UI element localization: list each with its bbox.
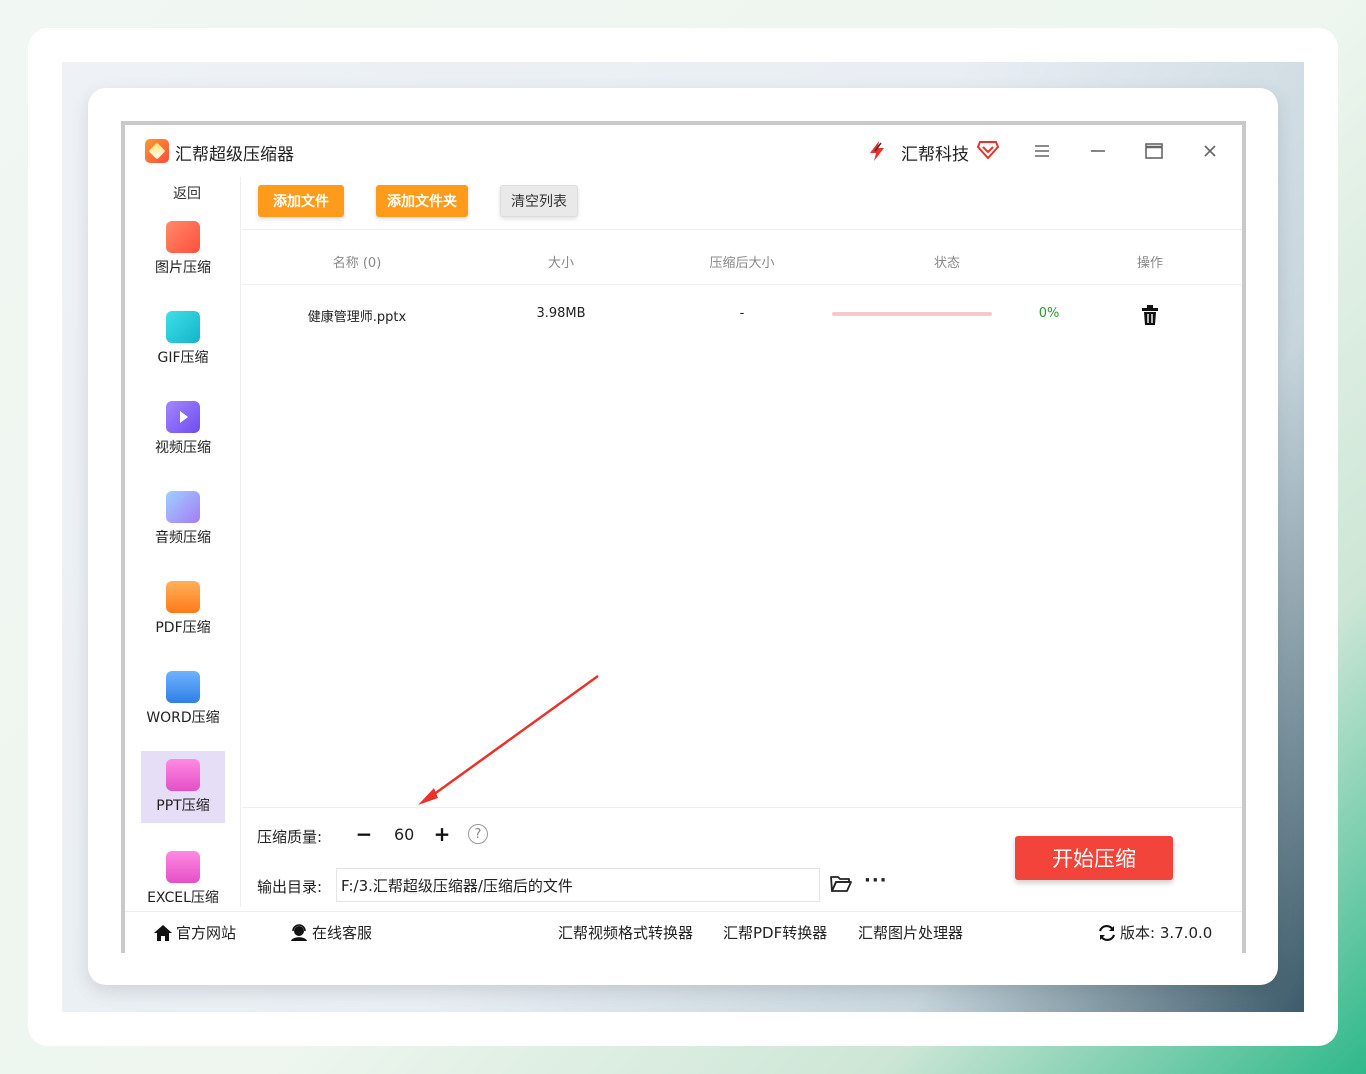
quality-label: 压缩质量: xyxy=(257,828,323,846)
sidebar-item-label: PPT压缩 xyxy=(156,798,210,814)
clear-list-button[interactable]: 清空列表 xyxy=(500,185,578,217)
sidebar-item-label: 视频压缩 xyxy=(155,440,211,456)
sidebar-item-gif[interactable]: GIF压缩 xyxy=(141,303,225,375)
sidebar-item-pdf[interactable]: PDF压缩 xyxy=(141,573,225,645)
quality-decrease-button[interactable]: − xyxy=(352,822,376,846)
ppt-icon xyxy=(166,759,200,791)
video-icon xyxy=(166,401,200,433)
output-path-input[interactable] xyxy=(336,868,820,902)
sidebar-item-excel[interactable]: EXCEL压缩 xyxy=(141,843,225,915)
maximize-icon[interactable] xyxy=(1141,138,1167,164)
back-link[interactable]: 返回 xyxy=(173,183,201,203)
minimize-icon[interactable] xyxy=(1085,138,1111,164)
official-website-label: 官方网站 xyxy=(176,924,237,942)
excel-icon xyxy=(166,851,200,883)
title-bar: 汇帮超级压缩器 汇帮科技 xyxy=(125,125,1242,177)
footer: 官方网站 在线客服 汇帮视频格式转换器 汇帮PDF转换器 汇帮图片处理器 版本:… xyxy=(125,911,1242,953)
video-converter-link[interactable]: 汇帮视频格式转换器 xyxy=(558,922,693,943)
online-support-label: 在线客服 xyxy=(312,924,373,942)
add-file-button[interactable]: 添加文件 xyxy=(258,185,344,217)
settings-panel: 压缩质量: − 60 + ? 输出目录: ··· 开始压缩 xyxy=(242,807,1242,911)
official-website-link[interactable]: 官方网站 xyxy=(153,922,236,943)
column-header-compressed-size[interactable]: 压缩后大小 xyxy=(709,252,774,271)
sidebar-item-video[interactable]: 视频压缩 xyxy=(141,393,225,465)
image-processor-link[interactable]: 汇帮图片处理器 xyxy=(858,922,963,943)
brand-logo-icon xyxy=(870,141,884,161)
folder-open-icon[interactable] xyxy=(830,874,852,894)
sidebar-item-label: 图片压缩 xyxy=(155,260,211,276)
column-header-size[interactable]: 大小 xyxy=(548,252,574,271)
pdf-converter-link[interactable]: 汇帮PDF转换器 xyxy=(723,922,827,943)
sidebar-item-audio[interactable]: 音频压缩 xyxy=(141,483,225,555)
header-divider xyxy=(242,284,1242,285)
menu-icon[interactable] xyxy=(1029,138,1055,164)
file-size: 3.98MB xyxy=(536,306,586,321)
sidebar-item-word[interactable]: WORD压缩 xyxy=(141,663,225,735)
image-icon xyxy=(166,221,200,253)
output-label: 输出目录: xyxy=(257,878,323,896)
home-icon xyxy=(154,924,172,941)
app-window: 汇帮超级压缩器 汇帮科技 返回 图片压缩 GIF压缩 视频压缩 音频压缩 PDF… xyxy=(121,121,1246,953)
help-icon[interactable]: ? xyxy=(468,824,488,844)
gif-icon xyxy=(166,311,200,343)
column-header-status[interactable]: 状态 xyxy=(934,252,960,271)
version-label: 版本: 3.7.0.0 xyxy=(1120,924,1213,942)
start-compress-button[interactable]: 开始压缩 xyxy=(1015,836,1173,880)
sidebar-item-label: 音频压缩 xyxy=(155,530,211,546)
online-support-link[interactable]: 在线客服 xyxy=(289,922,372,943)
word-icon xyxy=(166,671,200,703)
sidebar-item-label: PDF压缩 xyxy=(155,620,211,636)
audio-icon xyxy=(166,491,200,523)
pdf-icon xyxy=(166,581,200,613)
quality-increase-button[interactable]: + xyxy=(430,822,454,846)
brand-name: 汇帮科技 xyxy=(901,145,969,165)
file-name: 健康管理师.pptx xyxy=(307,310,407,325)
sidebar-item-label: WORD压缩 xyxy=(146,710,220,726)
close-icon[interactable] xyxy=(1197,138,1223,164)
progress-bar xyxy=(832,312,992,316)
sidebar-item-ppt[interactable]: PPT压缩 xyxy=(141,751,225,823)
sidebar-item-label: GIF压缩 xyxy=(157,350,209,366)
version-info[interactable]: 版本: 3.7.0.0 xyxy=(1097,922,1212,943)
sidebar-item-image[interactable]: 图片压缩 xyxy=(141,213,225,285)
file-table: 名称 (0) 大小 压缩后大小 状态 操作 健康管理师.pptx 3.98MB … xyxy=(242,229,1242,807)
column-header-name[interactable]: 名称 (0) xyxy=(333,252,382,271)
progress-percent: 0% xyxy=(1038,306,1060,321)
more-options-icon[interactable]: ··· xyxy=(864,870,888,891)
app-logo-icon xyxy=(145,139,169,163)
trash-icon[interactable] xyxy=(1140,304,1160,326)
support-agent-icon xyxy=(291,923,307,941)
sidebar-item-label: EXCEL压缩 xyxy=(147,890,219,906)
compressed-size: - xyxy=(739,306,745,321)
sidebar: 返回 图片压缩 GIF压缩 视频压缩 音频压缩 PDF压缩 WORD压缩 PPT… xyxy=(125,177,241,907)
column-header-action: 操作 xyxy=(1136,256,1164,271)
app-title: 汇帮超级压缩器 xyxy=(175,145,294,165)
add-folder-button[interactable]: 添加文件夹 xyxy=(376,185,468,217)
refresh-icon xyxy=(1098,924,1116,941)
vip-diamond-icon[interactable] xyxy=(977,140,999,160)
quality-value[interactable]: 60 xyxy=(394,825,414,844)
